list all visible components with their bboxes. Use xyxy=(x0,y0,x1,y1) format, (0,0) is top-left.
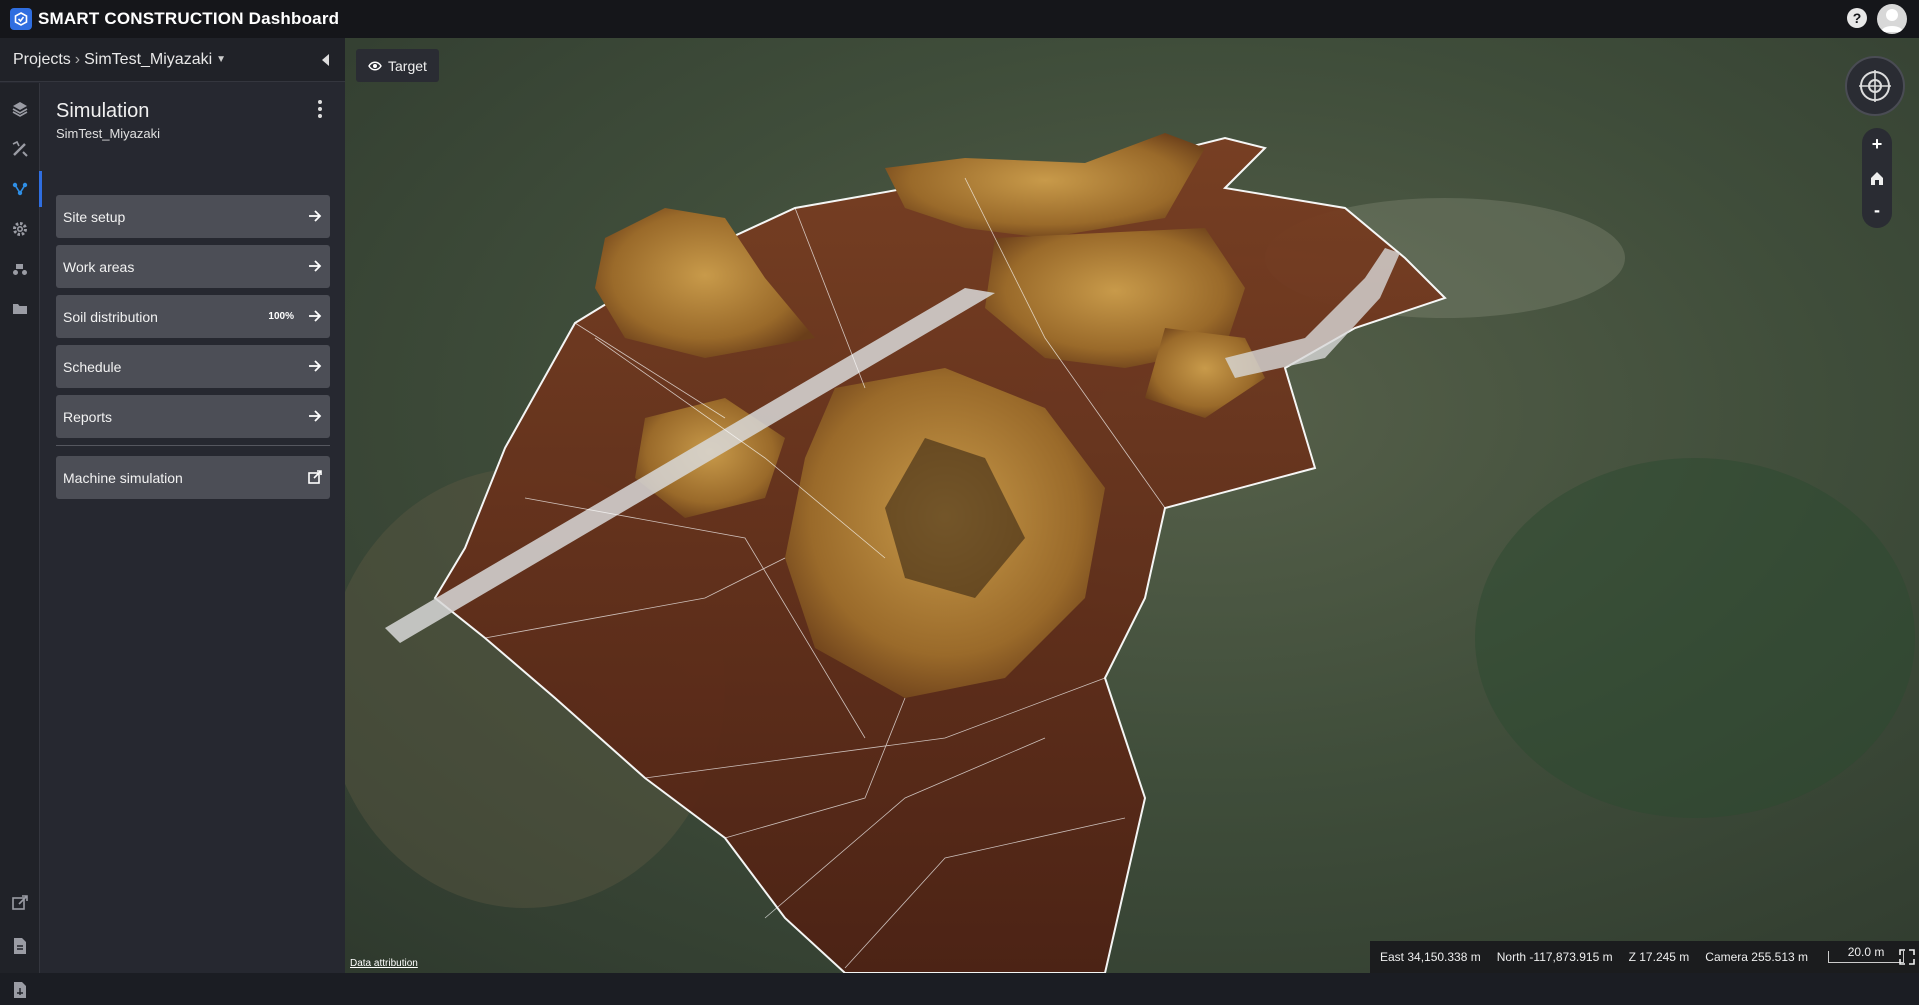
fullscreen-icon[interactable] xyxy=(1899,949,1915,965)
page-title: Simulation xyxy=(56,100,150,122)
target-button[interactable]: Target xyxy=(356,49,439,82)
z-coordinate: Z 17.245 m xyxy=(1628,950,1690,964)
arrow-right-icon xyxy=(309,360,322,372)
breadcrumb-project-selector[interactable]: SimTest_Miyazaki xyxy=(84,51,212,69)
menu-item-label: Machine simulation xyxy=(63,469,183,486)
external-link-icon xyxy=(308,470,322,484)
icon-rail xyxy=(0,83,42,998)
simulation-icon[interactable] xyxy=(0,171,42,207)
page-subtitle: SimTest_Miyazaki xyxy=(56,126,161,141)
simulation-menu: Site setup Work areas Soil distribution … xyxy=(56,195,330,506)
report-icon[interactable] xyxy=(0,975,40,1005)
coordinate-status-bar: East 34,150.338 m North -117,873.915 m Z… xyxy=(1370,941,1919,973)
terrain-scene[interactable] xyxy=(345,38,1919,973)
document-icon[interactable] xyxy=(0,931,40,961)
north-coordinate: North -117,873.915 m xyxy=(1496,950,1613,964)
zoom-out-button[interactable]: - xyxy=(1862,194,1892,227)
machine-icon[interactable] xyxy=(0,251,40,287)
soil-distribution-button[interactable]: Soil distribution 100% xyxy=(56,295,330,338)
camera-height: Camera 255.513 m xyxy=(1705,950,1809,964)
arrow-right-icon xyxy=(309,310,322,322)
progress-badge: 100% xyxy=(268,311,294,322)
reports-button[interactable]: Reports xyxy=(56,395,330,438)
breadcrumb-separator: › xyxy=(74,50,81,68)
top-bar: SMART CONSTRUCTION Dashboard ? xyxy=(0,0,1919,38)
home-view-icon[interactable] xyxy=(1862,161,1892,194)
menu-item-label: Site setup xyxy=(63,208,126,225)
arrow-right-icon xyxy=(309,260,322,272)
schedule-button[interactable]: Schedule xyxy=(56,345,330,388)
simulation-header: Simulation SimTest_Miyazaki xyxy=(56,100,331,141)
app-logo-icon[interactable] xyxy=(10,8,32,30)
target-label: Target xyxy=(388,57,427,74)
export-icon[interactable] xyxy=(0,888,40,918)
arrow-right-icon xyxy=(309,410,322,422)
work-areas-button[interactable]: Work areas xyxy=(56,245,330,288)
menu-item-label: Schedule xyxy=(63,358,122,375)
more-options-icon[interactable] xyxy=(317,100,323,118)
east-coordinate: East 34,150.338 m xyxy=(1380,950,1481,964)
data-attribution-link[interactable]: Data attribution xyxy=(350,958,418,969)
help-icon[interactable]: ? xyxy=(1847,8,1867,28)
layers-icon[interactable] xyxy=(0,91,40,127)
user-avatar[interactable] xyxy=(1877,4,1907,34)
map-viewer[interactable]: Target + - Data attribution East 34,150.… xyxy=(345,38,1919,973)
folder-icon[interactable] xyxy=(0,291,40,327)
settings-icon[interactable] xyxy=(0,211,40,247)
arrow-right-icon xyxy=(309,210,322,222)
zoom-in-button[interactable]: + xyxy=(1862,128,1892,161)
site-setup-button[interactable]: Site setup xyxy=(56,195,330,238)
design-tools-icon[interactable] xyxy=(0,131,40,167)
breadcrumb-projects-link[interactable]: Projects xyxy=(13,51,71,69)
zoom-controls: + - xyxy=(1862,128,1892,228)
menu-divider xyxy=(56,445,330,446)
breadcrumb: Projects › SimTest_Miyazaki ▼ xyxy=(0,38,345,82)
scale-bar: 20.0 m xyxy=(1828,946,1905,963)
machine-simulation-button[interactable]: Machine simulation xyxy=(56,456,330,499)
menu-item-label: Soil distribution xyxy=(63,308,158,325)
chevron-down-icon[interactable]: ▼ xyxy=(216,54,226,65)
menu-item-label: Reports xyxy=(63,408,113,425)
side-panel: Projects › SimTest_Miyazaki ▼ Simulation… xyxy=(0,38,345,998)
compass-icon[interactable] xyxy=(1845,56,1905,116)
menu-item-label: Work areas xyxy=(63,258,135,275)
app-title: SMART CONSTRUCTION Dashboard xyxy=(38,9,340,28)
eye-icon xyxy=(368,61,382,70)
collapse-panel-icon[interactable] xyxy=(322,54,329,66)
